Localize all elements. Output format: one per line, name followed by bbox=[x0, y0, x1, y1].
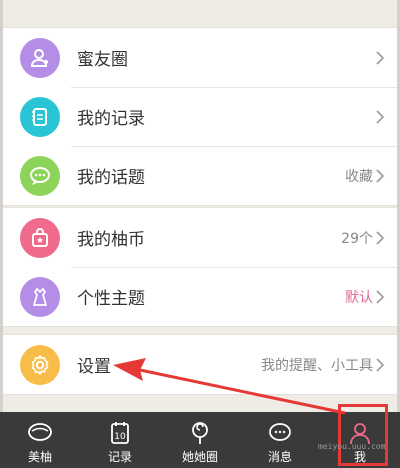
tab-records[interactable]: 10 记录 bbox=[86, 412, 154, 468]
dress-icon bbox=[20, 276, 60, 317]
menu-item-detail: 我的提醒、小工具 bbox=[261, 355, 385, 375]
chevron-right-icon bbox=[376, 168, 385, 183]
menu-item-detail-text: 29个 bbox=[341, 230, 373, 247]
annotation-highlight-box bbox=[338, 404, 388, 466]
menu-item-label: 我的柚币 bbox=[77, 230, 145, 250]
menu-group-social: 蜜友圈 我的记录 我的话题 收藏 bbox=[3, 27, 397, 206]
tab-label: 记录 bbox=[107, 450, 132, 464]
bowl-icon bbox=[28, 423, 52, 441]
menu-item-detail bbox=[373, 109, 385, 125]
chevron-right-icon bbox=[376, 50, 385, 65]
tab-meiyou[interactable]: 美柚 bbox=[6, 412, 74, 468]
tab-label: 她她圈 bbox=[181, 450, 218, 464]
menu-item-friends-circle[interactable]: 蜜友圈 bbox=[3, 28, 397, 87]
menu-item-detail: 默认 bbox=[345, 287, 385, 307]
menu-item-theme[interactable]: 个性主题 默认 bbox=[3, 267, 397, 326]
menu-group-settings: 设置 我的提醒、小工具 bbox=[3, 334, 397, 395]
notebook-icon bbox=[20, 96, 60, 137]
menu-item-label: 蜜友圈 bbox=[77, 50, 128, 70]
watermark: meiyou.uuu.com bbox=[318, 442, 386, 451]
gear-icon bbox=[20, 344, 60, 385]
friends-icon bbox=[20, 37, 60, 78]
menu-group-personal: 我的柚币 29个 个性主题 默认 bbox=[3, 207, 397, 327]
menu-item-detail-text: 收藏 bbox=[345, 168, 373, 185]
calendar-icon: 10 bbox=[111, 422, 129, 444]
chat-bubble-icon bbox=[20, 155, 60, 196]
menu-item-detail-text: 默认 bbox=[345, 289, 373, 306]
menu-item-label: 个性主题 bbox=[77, 289, 145, 309]
menu-item-detail-text: 我的提醒、小工具 bbox=[261, 357, 373, 374]
menu-item-label: 设置 bbox=[77, 357, 111, 377]
tab-label: 美柚 bbox=[27, 450, 52, 464]
menu-item-my-topics[interactable]: 我的话题 收藏 bbox=[3, 146, 397, 205]
menu-item-my-records[interactable]: 我的记录 bbox=[3, 87, 397, 146]
chevron-right-icon bbox=[376, 109, 385, 124]
menu-item-label: 我的记录 bbox=[77, 109, 145, 129]
chevron-right-icon bbox=[376, 230, 385, 245]
menu-item-detail: 29个 bbox=[341, 228, 385, 248]
chevron-right-icon bbox=[376, 289, 385, 304]
tab-label: 消息 bbox=[267, 450, 292, 464]
calendar-day: 10 bbox=[114, 432, 126, 442]
menu-item-coins[interactable]: 我的柚币 29个 bbox=[3, 208, 397, 267]
lollipop-icon bbox=[192, 422, 208, 444]
tab-messages[interactable]: 消息 bbox=[246, 412, 314, 468]
tab-circle[interactable]: 她她圈 bbox=[166, 412, 234, 468]
menu-item-label: 我的话题 bbox=[77, 168, 145, 188]
message-icon bbox=[269, 423, 291, 441]
menu-item-settings[interactable]: 设置 我的提醒、小工具 bbox=[3, 335, 397, 394]
menu-item-detail: 收藏 bbox=[345, 166, 385, 186]
menu-item-detail bbox=[373, 50, 385, 66]
shopping-bag-icon bbox=[20, 217, 60, 258]
chevron-right-icon bbox=[376, 357, 385, 372]
